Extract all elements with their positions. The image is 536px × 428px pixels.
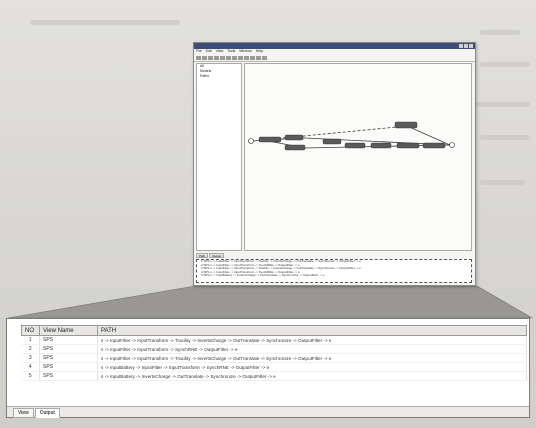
path-diagram	[248, 121, 455, 151]
menu-item[interactable]: Edit	[206, 49, 212, 53]
cell-path: s -> InputFilter -> InputTransform -> Sy…	[97, 344, 527, 354]
cell-no: 1	[21, 335, 40, 345]
path-table: NO View Name PATH 1 SPS s -> InputFilter…	[21, 325, 527, 381]
cell-path: s -> InputFilter -> InputTransform -> Tr…	[97, 353, 527, 363]
output-panel-thumbnail: 1 SPS s -> InputFilter -> InputTransform…	[196, 259, 472, 283]
cell-no: 2	[21, 344, 40, 354]
table-row[interactable]: 4 SPS s -> InputBattery -> InputFilter -…	[21, 362, 527, 372]
toolbar-button-icon[interactable]	[220, 55, 225, 60]
toolbar-button-icon[interactable]	[232, 55, 237, 60]
tree-item[interactable]: Paths	[197, 74, 241, 79]
toolbar-button-icon[interactable]	[226, 55, 231, 60]
panel-tab-bar: View Output	[13, 408, 60, 418]
table-row[interactable]: 1 SPS s -> InputFilter -> InputTransform…	[21, 335, 527, 345]
diagram-node	[322, 138, 342, 145]
table-row[interactable]: 5 SPS s -> InputBattery -> InvertsCharge…	[21, 371, 527, 381]
cell-no: 4	[21, 362, 40, 372]
toolbar-button-icon[interactable]	[244, 55, 249, 60]
toolbar-button-icon[interactable]	[196, 55, 201, 60]
panel-status-strip: View Output	[7, 406, 529, 418]
menu-item[interactable]: View	[216, 49, 224, 53]
toolbar-button-icon[interactable]	[214, 55, 219, 60]
table-row[interactable]: 2 SPS s -> InputFilter -> InputTransform…	[21, 344, 527, 354]
toolbar-button-icon[interactable]	[262, 55, 267, 60]
menu-item[interactable]: Tools	[227, 49, 235, 53]
cell-path: s -> InputBattery -> InputFilter -> Inpu…	[97, 362, 527, 372]
menu-item[interactable]: File	[196, 49, 202, 53]
window-tab-bar: Path Output	[196, 253, 225, 258]
window-controls	[459, 44, 473, 48]
table-row[interactable]: 3 SPS s -> InputFilter -> InputTransform…	[21, 353, 527, 363]
menu-item[interactable]: Help	[256, 49, 263, 53]
cell-path: s -> InputBattery -> InvertsCharge -> Ou…	[97, 371, 527, 381]
toolbar-button-icon[interactable]	[238, 55, 243, 60]
cell-view-name: SPS	[39, 371, 98, 381]
window-tab[interactable]: Path	[196, 253, 209, 258]
diagram-node	[284, 144, 306, 151]
cell-view-name: SPS	[39, 362, 98, 372]
cell-view-name: SPS	[39, 335, 98, 345]
column-header-path[interactable]: PATH	[97, 325, 527, 336]
menu-item[interactable]: Window	[239, 49, 251, 53]
end-node	[449, 142, 455, 148]
diagram-node	[394, 121, 418, 129]
start-node	[248, 138, 254, 144]
magnified-path-panel: NO View Name PATH 1 SPS s -> InputFilter…	[6, 318, 530, 418]
output-line: 5 SPS s -> InputBattery -> InvertsCharge…	[201, 273, 325, 278]
toolbar-button-icon[interactable]	[256, 55, 261, 60]
toolbar-button-icon[interactable]	[208, 55, 213, 60]
cell-view-name: SPS	[39, 344, 98, 354]
model-tree[interactable]: All Models Paths	[196, 63, 242, 251]
diagram-canvas[interactable]	[244, 63, 472, 251]
toolbar-button-icon[interactable]	[202, 55, 207, 60]
column-header-view-name[interactable]: View Name	[39, 325, 98, 336]
column-header-no[interactable]: NO	[21, 325, 40, 336]
cell-view-name: SPS	[39, 353, 98, 363]
diagram-node	[422, 142, 446, 149]
toolbar-button-icon[interactable]	[250, 55, 255, 60]
toolbar	[194, 54, 475, 62]
panel-tab-active[interactable]: Output	[34, 408, 60, 418]
diagram-node	[284, 134, 304, 141]
panel-tab[interactable]: View	[13, 408, 34, 418]
cell-path: s -> InputFilter -> InputTransform -> Tr…	[97, 335, 527, 345]
cell-no: 5	[21, 371, 40, 381]
cell-no: 3	[21, 353, 40, 363]
window-tab[interactable]: Output	[209, 253, 225, 258]
diagram-node	[344, 142, 366, 149]
app-window-thumbnail: File Edit View Tools Window Help All Mod…	[193, 42, 476, 286]
diagram-node	[258, 136, 282, 143]
diagram-node	[370, 142, 392, 149]
diagram-node	[396, 142, 420, 149]
